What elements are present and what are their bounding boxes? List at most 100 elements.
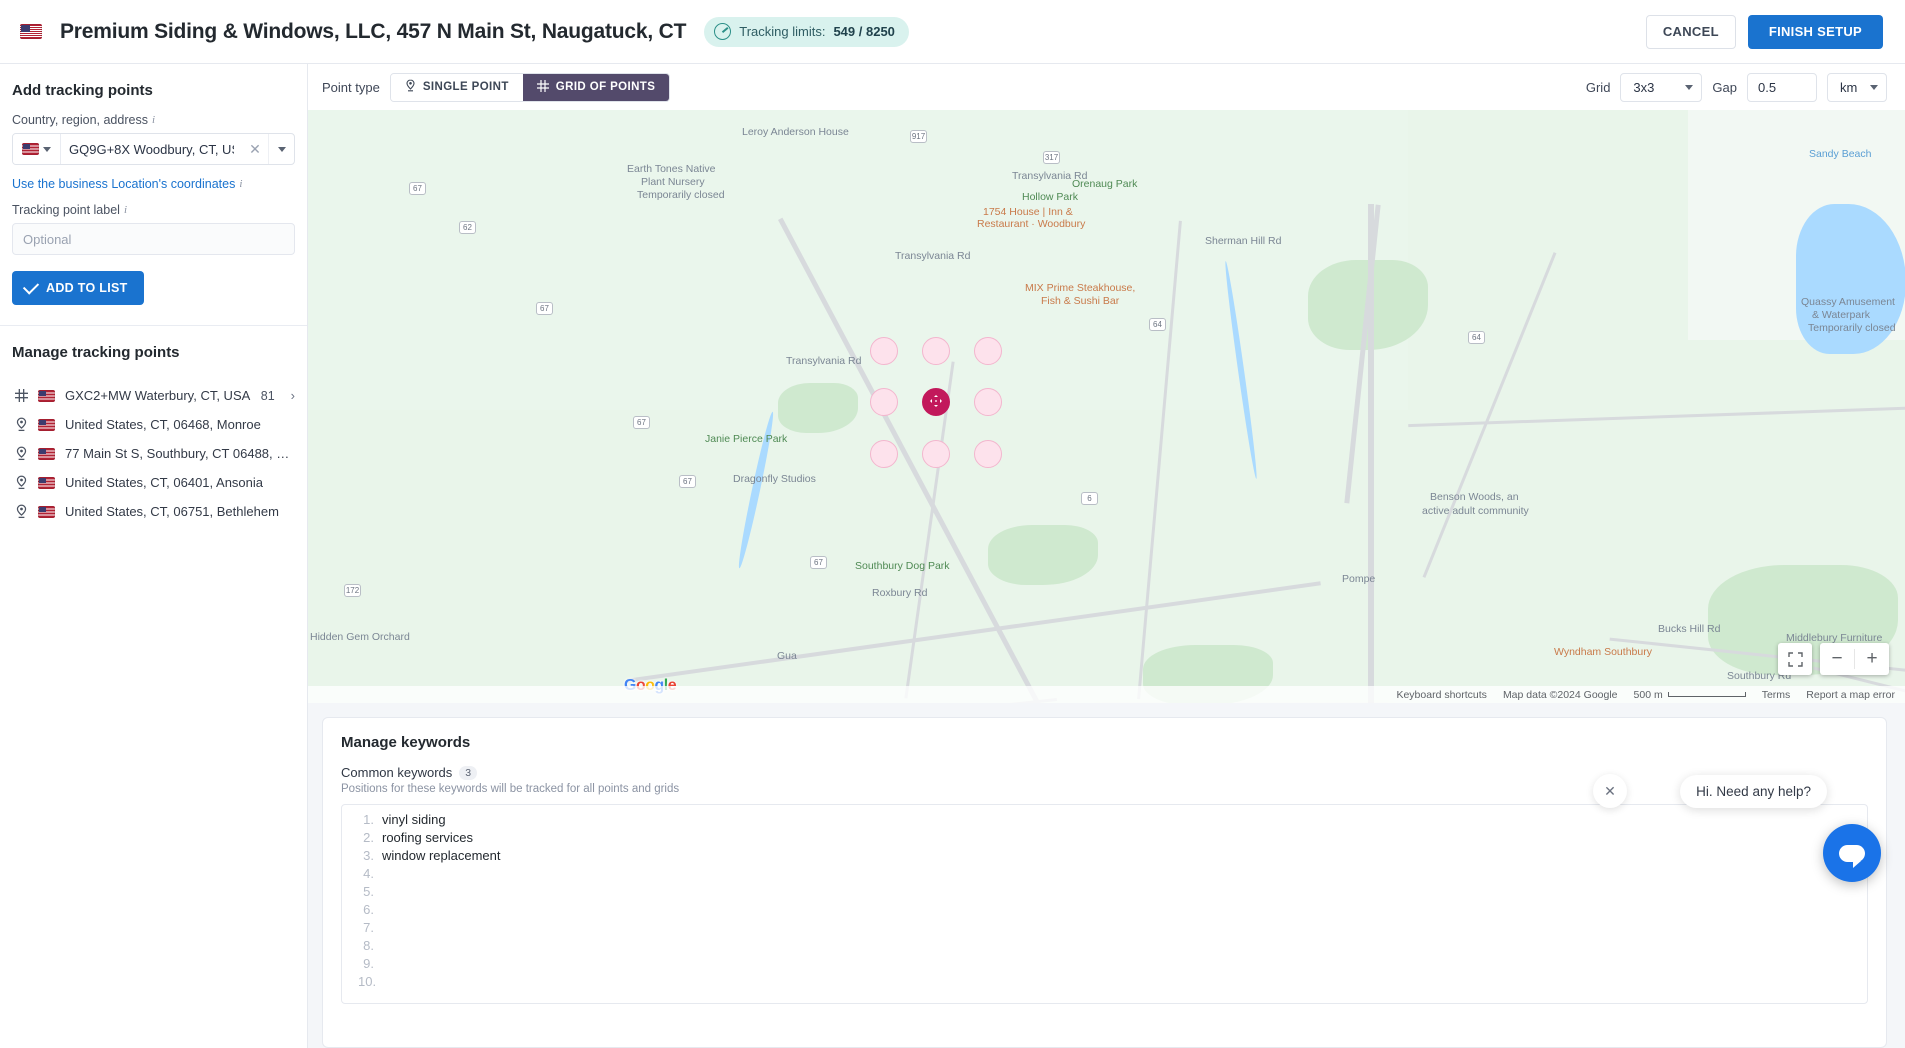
address-input-row: ✕ [12, 133, 295, 165]
keyword-line[interactable]: 4. [342, 865, 1867, 883]
map-label: active adult community [1422, 505, 1529, 517]
address-dropdown-toggle[interactable] [268, 134, 294, 164]
map-label: Temporarily closed [637, 189, 725, 201]
chat-close-button[interactable]: ✕ [1593, 774, 1627, 808]
keyword-line[interactable]: 9. [342, 955, 1867, 973]
list-item[interactable]: 77 Main St S, Southbury, CT 06488, USA [8, 439, 299, 468]
point-label-text: Tracking point label [12, 203, 120, 217]
keyword-line-number: 9. [363, 956, 374, 971]
keyword-line[interactable]: 7. [342, 919, 1867, 937]
zoom-control: − + [1820, 643, 1889, 675]
address-label-text: Country, region, address [12, 113, 148, 127]
keyword-line[interactable]: 2. roofing services [342, 829, 1867, 847]
route-shield-icon: 67 [536, 302, 553, 315]
clear-address-icon[interactable]: ✕ [242, 134, 268, 164]
report-map-error-link[interactable]: Report a map error [1806, 689, 1895, 701]
unit-select[interactable]: km [1827, 72, 1887, 102]
grid-center-marker[interactable] [922, 388, 950, 416]
list-item[interactable]: United States, CT, 06468, Monroe [8, 410, 299, 439]
address-info-icon[interactable]: i [152, 114, 155, 126]
map-label: Leroy Anderson House [742, 126, 849, 138]
chevron-right-icon[interactable]: › [291, 388, 295, 403]
manage-tracking-points-section: Manage tracking points [0, 326, 307, 375]
zoom-out-button[interactable]: − [1820, 643, 1854, 675]
pin-icon [405, 79, 416, 95]
tracking-points-list: GXC2+MW Waterbury, CT, USA 81 › United Stat… [0, 375, 307, 526]
grid-point-marker[interactable] [870, 440, 898, 468]
common-keywords-row: Common keywords 3 [341, 765, 1868, 780]
grid-size-value: 3x3 [1633, 79, 1655, 95]
address-input[interactable] [61, 134, 242, 164]
list-item[interactable]: United States, CT, 06401, Ansonia [8, 468, 299, 497]
us-flag-icon [38, 505, 55, 518]
keyboard-shortcuts-link[interactable]: Keyboard shortcuts [1396, 689, 1486, 701]
add-tracking-points-section: Add tracking points Country, region, add… [0, 64, 307, 321]
route-shield-icon: 62 [459, 221, 476, 234]
tracking-limits-value: 549 / 8250 [833, 24, 895, 39]
grid-point-marker[interactable] [974, 388, 1002, 416]
cancel-button[interactable]: CANCEL [1645, 14, 1736, 49]
add-to-list-button[interactable]: ADD TO LIST [12, 271, 144, 305]
manage-keywords-card: Manage keywords Common keywords 3 Positi… [322, 717, 1887, 1048]
keyword-line[interactable]: 5. [342, 883, 1867, 901]
coordinates-info-icon[interactable]: i [239, 178, 242, 190]
tab-grid-of-points-label: GRID OF POINTS [555, 81, 656, 93]
keyword-line[interactable]: 1. vinyl siding [342, 811, 1867, 829]
point-label-info-icon[interactable]: i [124, 204, 127, 216]
list-item-label: United States, CT, 06751, Bethlehem [65, 504, 279, 519]
map-label: Sandy Beach [1809, 148, 1872, 160]
map-label: Gua [777, 650, 797, 662]
list-item[interactable]: GXC2+MW Waterbury, CT, USA 81 › [8, 381, 299, 410]
route-shield-icon: 67 [409, 182, 426, 195]
keyword-line[interactable]: 10. [342, 973, 1867, 991]
us-flag-icon [38, 418, 55, 431]
keyword-line[interactable]: 6. [342, 901, 1867, 919]
map-label: Southbury Dog Park [855, 560, 950, 572]
keyword-line-text: vinyl siding [382, 812, 446, 827]
grid-point-marker[interactable] [870, 337, 898, 365]
keyword-line[interactable]: 8. [342, 937, 1867, 955]
pin-icon [14, 504, 28, 519]
grid-point-marker[interactable] [922, 337, 950, 365]
us-flag-icon [38, 447, 55, 460]
tab-grid-of-points[interactable]: GRID OF POINTS [522, 73, 670, 101]
list-item[interactable]: United States, CT, 06751, Bethlehem [8, 497, 299, 526]
gap-input[interactable] [1747, 72, 1817, 102]
map-label: Restaurant · Woodbury [977, 218, 1086, 230]
tracking-point-label-input[interactable] [12, 223, 295, 255]
chat-greeting-bubble[interactable]: Hi. Need any help? [1680, 775, 1827, 808]
grid-point-marker[interactable] [974, 337, 1002, 365]
add-to-list-label: ADD TO LIST [46, 281, 128, 295]
point-type-label: Point type [322, 79, 380, 95]
list-item-label: United States, CT, 06401, Ansonia [65, 475, 264, 490]
us-flag-icon [38, 476, 55, 489]
scale-bar-line [1667, 692, 1746, 697]
tab-single-point[interactable]: SINGLE POINT [390, 73, 523, 101]
zoom-in-button[interactable]: + [1855, 643, 1889, 675]
use-business-coordinates-link[interactable]: Use the business Location's coordinates [12, 177, 235, 191]
grid-size-select[interactable]: 3x3 [1620, 72, 1703, 102]
country-selector[interactable] [13, 134, 61, 164]
keywords-textarea[interactable]: 1. vinyl siding 2. roofing services 3. window… [341, 804, 1868, 1004]
add-tracking-points-heading: Add tracking points [12, 82, 153, 99]
sidebar: Add tracking points Country, region, add… [0, 64, 308, 1048]
map-scale-bar: 500 m [1634, 689, 1746, 701]
common-keywords-count-badge: 3 [459, 765, 478, 780]
fullscreen-control[interactable] [1778, 643, 1812, 675]
finish-setup-button[interactable]: FINISH SETUP [1747, 14, 1883, 49]
use-business-coordinates-row: Use the business Location's coordinates … [12, 177, 295, 191]
grid-point-marker[interactable] [922, 440, 950, 468]
point-label-field-label: Tracking point label i [12, 203, 295, 217]
grid-point-marker[interactable] [974, 440, 1002, 468]
terms-link[interactable]: Terms [1762, 689, 1791, 701]
fullscreen-icon[interactable] [1778, 643, 1812, 675]
keyword-line[interactable]: 3. window replacement [342, 847, 1867, 865]
map-label: Wyndham Southbury [1554, 646, 1652, 658]
grid-point-marker[interactable] [870, 388, 898, 416]
map-canvas[interactable]: Leroy Anderson House Earth Tones Native Pl… [308, 110, 1905, 703]
keyword-line-number: 1. [363, 812, 374, 827]
common-keywords-note: Positions for these keywords will be tra… [341, 783, 680, 795]
chat-bubble-icon[interactable] [1823, 824, 1881, 882]
map-controls: − + [1778, 643, 1889, 675]
route-shield-icon: 917 [910, 130, 927, 143]
